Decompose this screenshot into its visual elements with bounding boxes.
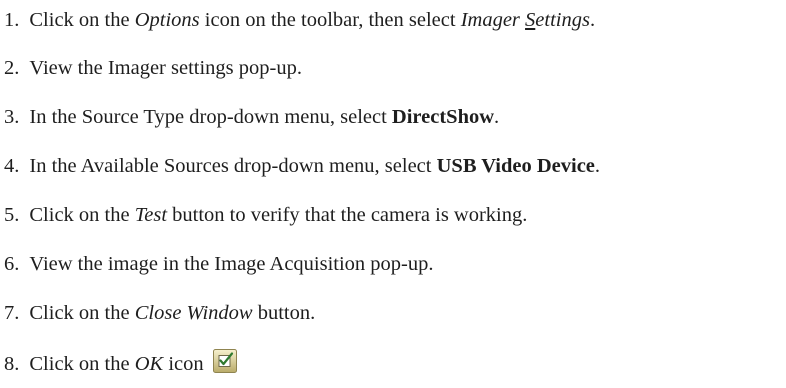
close-window-term: Close Window (134, 302, 253, 324)
step-number: 4 (4, 155, 19, 177)
step-text: Click on the (29, 353, 135, 375)
step-7: 7 Click on the Close Window button. (4, 300, 315, 326)
step-8: 8 Click on the OK icon (4, 349, 237, 375)
ok-checkbox-icon (212, 349, 237, 373)
step-text: . (589, 9, 596, 31)
menu-accelerator: S (525, 9, 536, 31)
step-text: Click on the (29, 9, 135, 31)
step-number: 2 (4, 57, 19, 79)
step-5: 5 Click on the Test button to verify that… (4, 202, 527, 228)
step-text: View the image in the Image Acquisition … (29, 253, 434, 275)
step-text: Click on the (29, 204, 135, 226)
test-term: Test (134, 204, 168, 226)
options-term: Options (134, 9, 200, 31)
step-text: icon on the toolbar, then select (199, 9, 461, 31)
ok-term: OK (134, 353, 164, 375)
step-text: button to verify that the camera is work… (167, 204, 528, 226)
step-text: View the Imager settings pop-up. (29, 57, 302, 79)
step-text: icon (163, 353, 204, 375)
step-4: 4 In the Available Sources drop-down menu… (4, 153, 600, 179)
step-text: In the Available Sources drop-down menu,… (29, 155, 437, 177)
step-3: 3 In the Source Type drop-down menu, sele… (4, 104, 499, 130)
step-text: button. (252, 302, 316, 324)
step-number: 8 (4, 353, 19, 375)
step-text: . (594, 155, 601, 177)
step-6: 6 View the image in the Image Acquisition… (4, 251, 434, 277)
directshow-term: DirectShow (391, 106, 495, 128)
step-number: 7 (4, 302, 19, 324)
step-1: 1 Click on the Options icon on the toolba… (4, 7, 595, 33)
step-text: . (494, 106, 500, 128)
step-2: 2 View the Imager settings pop-up. (4, 55, 302, 81)
step-text: Click on the (29, 302, 135, 324)
imager-settings-term: Imager Settings (460, 9, 590, 31)
step-text: In the Source Type drop-down menu, selec… (29, 106, 392, 128)
step-number: 6 (4, 253, 19, 275)
step-number: 5 (4, 204, 19, 226)
step-number: 3 (4, 106, 19, 128)
step-number: 1 (4, 9, 19, 31)
usb-video-device-term: USB Video Device (436, 155, 595, 177)
